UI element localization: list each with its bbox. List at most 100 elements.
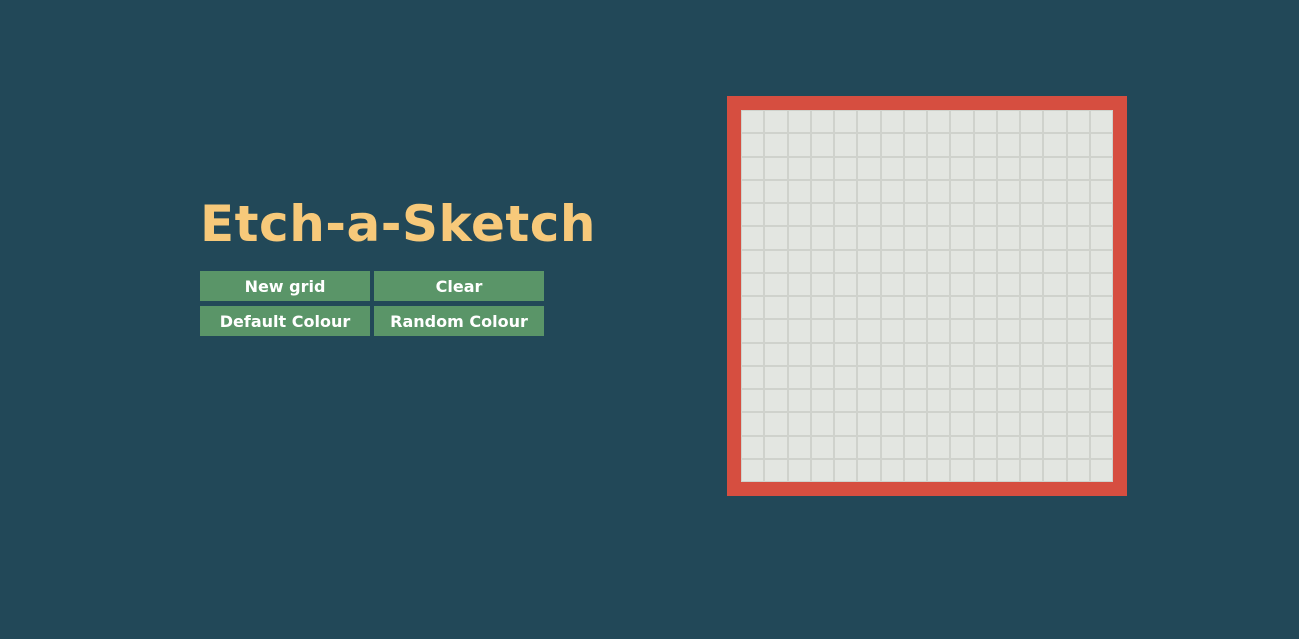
grid-cell[interactable]	[835, 250, 857, 272]
grid-cell[interactable]	[1044, 111, 1066, 133]
grid-cell[interactable]	[951, 134, 973, 156]
grid-cell[interactable]	[765, 436, 787, 458]
grid-cell[interactable]	[1090, 111, 1112, 133]
grid-cell[interactable]	[997, 250, 1019, 272]
grid-cell[interactable]	[788, 343, 810, 365]
grid-cell[interactable]	[1044, 320, 1066, 342]
grid-cell[interactable]	[765, 180, 787, 202]
grid-cell[interactable]	[765, 204, 787, 226]
grid-cell[interactable]	[997, 180, 1019, 202]
grid-cell[interactable]	[1021, 459, 1043, 481]
grid-cell[interactable]	[811, 227, 833, 249]
grid-cell[interactable]	[858, 250, 880, 272]
grid-cell[interactable]	[904, 180, 926, 202]
grid-cell[interactable]	[858, 390, 880, 412]
grid-cell[interactable]	[835, 111, 857, 133]
grid-cell[interactable]	[858, 366, 880, 388]
grid-cell[interactable]	[997, 273, 1019, 295]
grid-cell[interactable]	[974, 366, 996, 388]
grid-cell[interactable]	[1044, 366, 1066, 388]
grid-cell[interactable]	[1090, 180, 1112, 202]
grid-cell[interactable]	[788, 227, 810, 249]
grid-cell[interactable]	[951, 204, 973, 226]
grid-cell[interactable]	[1090, 273, 1112, 295]
grid-cell[interactable]	[811, 250, 833, 272]
grid-cell[interactable]	[742, 273, 764, 295]
grid-cell[interactable]	[1067, 390, 1089, 412]
grid-cell[interactable]	[742, 436, 764, 458]
grid-cell[interactable]	[742, 366, 764, 388]
grid-cell[interactable]	[811, 320, 833, 342]
grid-cell[interactable]	[1021, 413, 1043, 435]
grid-cell[interactable]	[742, 134, 764, 156]
grid-cell[interactable]	[974, 180, 996, 202]
grid-cell[interactable]	[974, 250, 996, 272]
grid-cell[interactable]	[742, 343, 764, 365]
grid-cell[interactable]	[928, 180, 950, 202]
grid-cell[interactable]	[788, 459, 810, 481]
grid-cell[interactable]	[997, 390, 1019, 412]
grid-cell[interactable]	[835, 204, 857, 226]
grid-cell[interactable]	[974, 204, 996, 226]
grid-cell[interactable]	[788, 390, 810, 412]
grid-cell[interactable]	[835, 180, 857, 202]
grid-cell[interactable]	[1021, 111, 1043, 133]
grid-cell[interactable]	[1021, 227, 1043, 249]
grid-cell[interactable]	[835, 134, 857, 156]
sketch-grid[interactable]	[741, 110, 1113, 482]
grid-cell[interactable]	[788, 320, 810, 342]
grid-cell[interactable]	[835, 157, 857, 179]
grid-cell[interactable]	[1021, 204, 1043, 226]
grid-cell[interactable]	[974, 111, 996, 133]
grid-cell[interactable]	[811, 297, 833, 319]
grid-cell[interactable]	[974, 320, 996, 342]
grid-cell[interactable]	[788, 413, 810, 435]
grid-cell[interactable]	[904, 436, 926, 458]
grid-cell[interactable]	[951, 459, 973, 481]
grid-cell[interactable]	[928, 366, 950, 388]
grid-cell[interactable]	[1044, 157, 1066, 179]
grid-cell[interactable]	[881, 250, 903, 272]
grid-cell[interactable]	[811, 390, 833, 412]
grid-cell[interactable]	[1067, 320, 1089, 342]
grid-cell[interactable]	[951, 366, 973, 388]
grid-cell[interactable]	[835, 390, 857, 412]
grid-cell[interactable]	[858, 413, 880, 435]
grid-cell[interactable]	[1090, 413, 1112, 435]
grid-cell[interactable]	[881, 111, 903, 133]
grid-cell[interactable]	[1067, 204, 1089, 226]
grid-cell[interactable]	[1044, 343, 1066, 365]
grid-cell[interactable]	[904, 297, 926, 319]
grid-cell[interactable]	[928, 320, 950, 342]
new-grid-button[interactable]: New grid	[200, 271, 370, 301]
grid-cell[interactable]	[811, 204, 833, 226]
grid-cell[interactable]	[997, 413, 1019, 435]
grid-cell[interactable]	[858, 273, 880, 295]
grid-cell[interactable]	[928, 204, 950, 226]
grid-cell[interactable]	[881, 180, 903, 202]
default-colour-button[interactable]: Default Colour	[200, 306, 370, 336]
grid-cell[interactable]	[811, 134, 833, 156]
grid-cell[interactable]	[742, 227, 764, 249]
grid-cell[interactable]	[1044, 459, 1066, 481]
grid-cell[interactable]	[788, 297, 810, 319]
grid-cell[interactable]	[997, 204, 1019, 226]
grid-cell[interactable]	[997, 459, 1019, 481]
grid-cell[interactable]	[1044, 227, 1066, 249]
grid-cell[interactable]	[881, 297, 903, 319]
grid-cell[interactable]	[811, 459, 833, 481]
grid-cell[interactable]	[1067, 227, 1089, 249]
grid-cell[interactable]	[835, 436, 857, 458]
grid-cell[interactable]	[974, 134, 996, 156]
grid-cell[interactable]	[928, 273, 950, 295]
grid-cell[interactable]	[742, 157, 764, 179]
grid-cell[interactable]	[997, 366, 1019, 388]
grid-cell[interactable]	[881, 366, 903, 388]
grid-cell[interactable]	[951, 297, 973, 319]
grid-cell[interactable]	[858, 111, 880, 133]
grid-cell[interactable]	[1021, 320, 1043, 342]
grid-cell[interactable]	[835, 366, 857, 388]
grid-cell[interactable]	[811, 436, 833, 458]
grid-cell[interactable]	[788, 250, 810, 272]
grid-cell[interactable]	[997, 436, 1019, 458]
